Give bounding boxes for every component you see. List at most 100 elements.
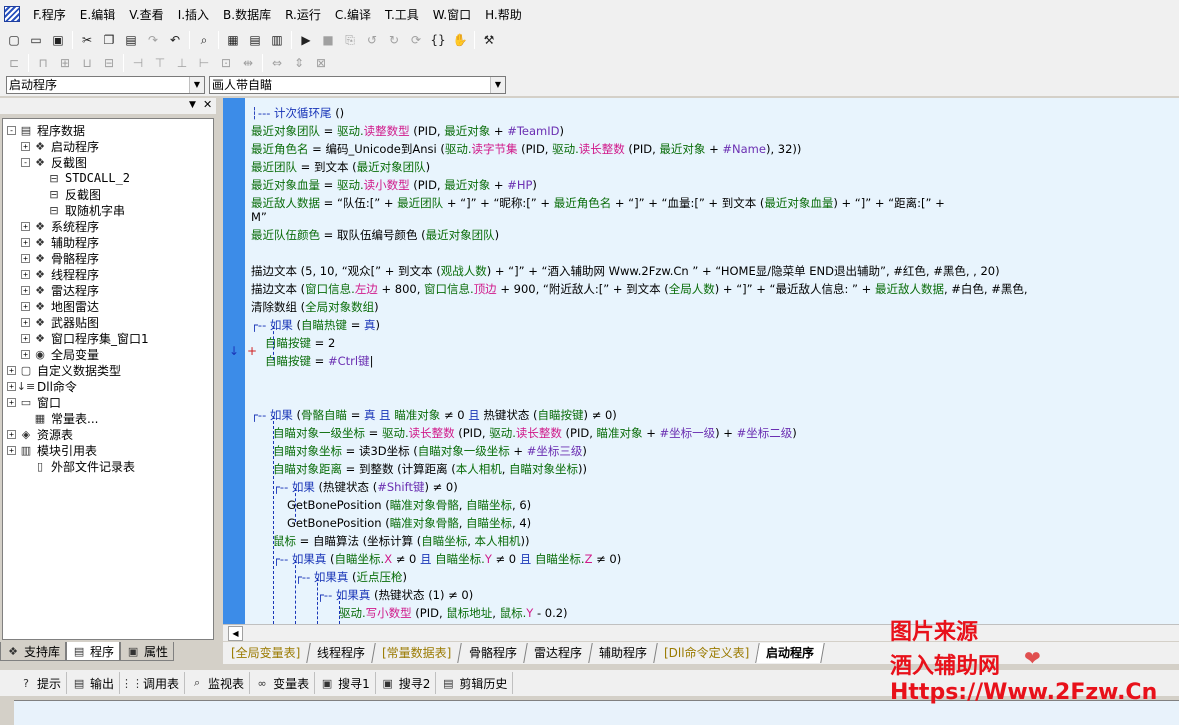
tree-node[interactable]: - ▤ 程序数据	[7, 122, 85, 138]
collapse-icon[interactable]: -	[7, 125, 16, 135]
tree-node[interactable]: ▦ 常量表...	[21, 410, 99, 426]
expand-icon[interactable]: +	[21, 253, 30, 263]
code-line[interactable]: 自瞄对象坐标 = 读3D坐标 (自瞄对象一级坐标 + #坐标三级)	[273, 442, 587, 460]
expand-icon[interactable]: +	[21, 349, 30, 359]
output-tab[interactable]: ⌕ 监视表	[185, 672, 251, 694]
distribute-v-icon[interactable]: ⊤	[149, 52, 171, 74]
code-line[interactable]: ┌-- 如果真 (近点压枪)	[295, 568, 407, 586]
distribute-h-icon[interactable]: ⊣	[127, 52, 149, 74]
horizontal-scrollbar[interactable]: ◀	[223, 624, 1179, 641]
tree-node[interactable]: + ❖ 雷达程序	[21, 282, 99, 298]
output-tab[interactable]: ▤ 输出	[67, 672, 121, 694]
close-icon[interactable]: ✕	[203, 98, 212, 111]
code-line[interactable]: 自瞄对象一级坐标 = 驱动.读长整数 (PID, 驱动.读长整数 (PID, 瞄…	[273, 424, 797, 442]
expand-icon[interactable]: +	[7, 397, 16, 407]
code-tab[interactable]: 骨骼程序	[459, 643, 528, 663]
expand-icon[interactable]: +	[21, 237, 30, 247]
cut-icon[interactable]: ✂	[76, 29, 98, 51]
menu-item-6[interactable]: C.编译	[328, 4, 378, 25]
menu-item-9[interactable]: H.帮助	[478, 4, 529, 25]
code-line[interactable]: ┌-- 如果真 (自瞄坐标.X ≠ 0 且 自瞄坐标.Y ≠ 0 且 自瞄坐标.…	[273, 550, 621, 568]
expand-icon[interactable]: +	[21, 269, 30, 279]
tree-node[interactable]: ⊟ 取随机字串	[35, 202, 125, 218]
output-tab[interactable]: ∞ 变量表	[250, 672, 316, 694]
align-left-icon[interactable]: ⊏	[3, 52, 25, 74]
tree-node[interactable]: + ◈ 资源表	[7, 426, 73, 442]
code-line[interactable]: 驱动.写小数型 (PID, 鼠标地址, 鼠标.Y - 0.2)	[339, 604, 568, 622]
run-icon[interactable]: ▶	[295, 29, 317, 51]
code-line[interactable]: GetBonePosition (瞄准对象骨骼, 自瞄坐标, 6)	[287, 496, 531, 514]
find-icon[interactable]: ⌕	[193, 29, 215, 51]
left-tab[interactable]: ▣ 属性	[120, 642, 175, 661]
code-tab[interactable]: [全局变量表]	[221, 643, 312, 663]
undo-icon[interactable]: ↶	[164, 29, 186, 51]
expand-icon[interactable]: +	[21, 221, 30, 231]
code-editor[interactable]: ↓ + ┆--- 计次循环尾 () 最近对象团队 = 驱动.读整数型 (PID, …	[223, 98, 1179, 624]
code-line[interactable]: GetBonePosition (瞄准对象骨骼, 自瞄坐标, 4)	[287, 514, 531, 532]
code-line[interactable]: ┌-- 如果 (热键状态 (#Shift键) ≠ 0)	[273, 478, 458, 496]
center-h-icon[interactable]: ⇔	[266, 52, 288, 74]
step-out-icon[interactable]: ⟳	[405, 29, 427, 51]
menu-item-1[interactable]: E.编辑	[73, 4, 122, 25]
code-line[interactable]: 自瞄对象距离 = 到整数 (计算距离 (本人相机, 自瞄对象坐标))	[273, 460, 587, 478]
code-line[interactable]: 最近队伍颜色 = 取队伍编号颜色 (最近对象团队)	[251, 226, 499, 244]
step-icon[interactable]: ⎘	[339, 29, 361, 51]
tree-node[interactable]: + ❖ 地图雷达	[21, 298, 99, 314]
new-file-icon[interactable]: ▢	[3, 29, 25, 51]
tree-node[interactable]: + ❖ 辅助程序	[21, 234, 99, 250]
tree-node[interactable]: + ◉ 全局变量	[21, 346, 99, 362]
same-height-icon[interactable]: ⊢	[193, 52, 215, 74]
code-tab[interactable]: 辅助程序	[589, 643, 658, 663]
tree-node[interactable]: ⊟ 反截图	[35, 186, 101, 202]
code-line[interactable]: 清除数组 (全局对象数组)	[251, 298, 379, 316]
module-select[interactable]: 启动程序 ▼	[6, 76, 205, 94]
save-icon[interactable]: ▣	[47, 29, 69, 51]
step-into-icon[interactable]: ↺	[361, 29, 383, 51]
same-size-icon[interactable]: ⊡	[215, 52, 237, 74]
menu-item-4[interactable]: B.数据库	[216, 4, 278, 25]
copy-icon[interactable]: ❐	[98, 29, 120, 51]
same-width-icon[interactable]: ⊥	[171, 52, 193, 74]
output-tab[interactable]: ▣ 搜寻1	[315, 672, 376, 694]
code-tab[interactable]: 雷达程序	[524, 643, 593, 663]
hand-icon[interactable]: ✋	[449, 29, 471, 51]
code-line[interactable]: 描边文本 (5, 10, “观众[” + 到文本 (观战人数) + “]” + …	[251, 262, 1000, 280]
tree-node[interactable]: + ❖ 武器贴图	[21, 314, 99, 330]
code-tab[interactable]: 启动程序	[756, 643, 825, 663]
code-line[interactable]: 描边文本 (窗口信息.左边 + 800, 窗口信息.顶边 + 900, “附近敌…	[251, 280, 1028, 298]
tree-node[interactable]: + ❖ 系统程序	[21, 218, 99, 234]
align-hcenter-icon[interactable]: ⊟	[98, 52, 120, 74]
layout-3-icon[interactable]: ▥	[266, 29, 288, 51]
code-line[interactable]: 最近对象团队 = 驱动.读整数型 (PID, 最近对象 + #TeamID)	[251, 122, 564, 140]
tree-node[interactable]: + ❖ 启动程序	[21, 138, 99, 154]
menu-item-8[interactable]: W.窗口	[426, 4, 478, 25]
paste-icon[interactable]: ▤	[120, 29, 142, 51]
code-line[interactable]: 最近角色名 = 编码_Unicode到Ansi (驱动.读字节集 (PID, 驱…	[251, 140, 801, 158]
code-tab[interactable]: [常量数据表]	[372, 643, 463, 663]
tree-node[interactable]: ▯ 外部文件记录表	[21, 458, 135, 474]
braces-icon[interactable]: {}	[427, 29, 449, 51]
menu-item-3[interactable]: I.插入	[171, 4, 216, 25]
tree-node[interactable]: - ❖ 反截图	[21, 154, 87, 170]
tree-node[interactable]: ⊟ STDCALL_2	[35, 170, 130, 186]
menu-item-7[interactable]: T.工具	[378, 4, 426, 25]
output-tab[interactable]: ? 提示	[14, 672, 68, 694]
expand-icon[interactable]: +	[21, 301, 30, 311]
expand-icon[interactable]: +	[7, 365, 16, 375]
expand-icon[interactable]: +	[7, 429, 16, 439]
code-line[interactable]: 最近敌人数据 = “队伍:[” + 最近团队 + “]” + “昵称:[” + …	[251, 194, 945, 212]
open-folder-icon[interactable]: ▭	[25, 29, 47, 51]
left-tab[interactable]: ❖ 支持库	[0, 642, 67, 661]
scroll-left-icon[interactable]: ◀	[228, 626, 243, 641]
expand-icon[interactable]: +	[21, 285, 30, 295]
code-line[interactable]: 鼠标 = 自瞄算法 (坐标计算 (自瞄坐标, 本人相机))	[273, 532, 530, 550]
subroutine-select[interactable]: 画人带自瞄 ▼	[209, 76, 506, 94]
menu-item-5[interactable]: R.运行	[278, 4, 328, 25]
code-line[interactable]: M”	[251, 208, 267, 226]
code-line[interactable]: 最近对象血量 = 驱动.读小数型 (PID, 最近对象 + #HP)	[251, 176, 537, 194]
tree-node[interactable]: + ↓≡ Dll命令	[7, 378, 77, 394]
collapse-icon[interactable]: -	[21, 157, 30, 167]
expand-icon[interactable]: +	[7, 381, 16, 391]
spacing-icon[interactable]: ⇹	[237, 52, 259, 74]
align-vcenter-icon[interactable]: ⊞	[54, 52, 76, 74]
